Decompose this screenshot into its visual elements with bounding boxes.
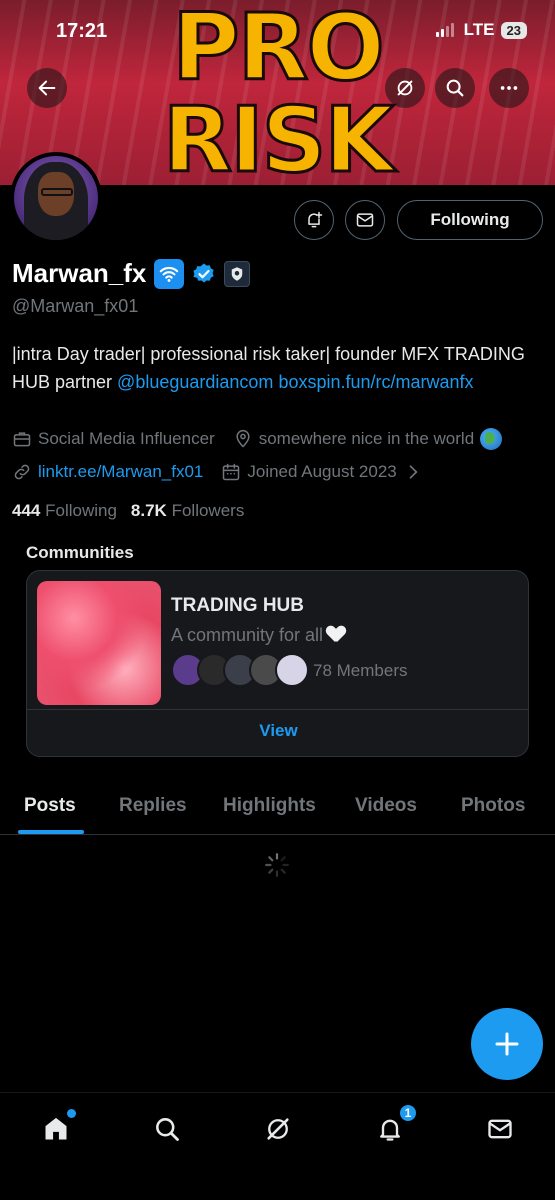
communities-heading: Communities (26, 543, 134, 562)
network-label: LTE (463, 20, 495, 39)
nav-search[interactable] (149, 1111, 185, 1147)
verified-badge-icon[interactable] (192, 262, 216, 286)
more-button[interactable] (489, 68, 529, 108)
tab-videos[interactable]: Videos (355, 795, 417, 817)
tab-replies[interactable]: Replies (119, 795, 187, 817)
signal-icon (435, 23, 454, 37)
status-time: 17:21 (56, 20, 108, 42)
loading-spinner-icon (265, 853, 289, 877)
nav-notifications[interactable]: 1 (372, 1103, 418, 1147)
nav-messages[interactable] (482, 1111, 518, 1147)
member-avatars (171, 653, 309, 687)
search-icon (156, 1118, 179, 1141)
followers-count: 8.7K (130, 501, 167, 520)
status-bar: 17:21 LTE 23 (0, 0, 555, 62)
nav-home[interactable] (38, 1109, 76, 1147)
community-image (37, 581, 161, 705)
location-pin-icon (236, 429, 250, 448)
search-icon (446, 79, 464, 97)
following-button[interactable]: Following (397, 200, 543, 240)
arrow-left-icon (38, 80, 56, 96)
website-link[interactable]: linktr.ee/Marwan_fx01 (38, 462, 203, 482)
joined-item[interactable]: Joined August 2023 (221, 462, 422, 482)
wifi-icon (154, 258, 185, 289)
grok-icon (267, 1118, 289, 1140)
following-count-link[interactable]: 444 Following (12, 501, 117, 521)
community-card[interactable]: TRADING HUB A community for all 78 Membe… (26, 570, 529, 757)
followers-label: Followers (171, 501, 245, 520)
bio-mention-link[interactable]: @blueguardiancom (117, 372, 273, 392)
notify-button[interactable] (294, 200, 334, 240)
mail-icon (356, 213, 374, 227)
tab-highlights[interactable]: Highlights (223, 795, 316, 817)
back-button[interactable] (27, 68, 67, 108)
affiliate-badge-icon[interactable] (224, 260, 251, 287)
status-indicators: LTE 23 (435, 20, 527, 40)
member-avatar (275, 653, 309, 687)
tab-photos[interactable]: Photos (461, 795, 525, 817)
battery-icon: 23 (500, 21, 527, 39)
link-icon (14, 464, 30, 480)
followers-count-link[interactable]: 8.7K Followers (131, 501, 244, 521)
mail-icon (488, 1119, 512, 1139)
joined-label: Joined August 2023 (247, 462, 397, 481)
category-item: Social Media Influencer (12, 429, 215, 449)
avatar-glasses (41, 188, 73, 196)
name-row: Marwan_fx (12, 258, 251, 289)
bell-plus-icon (308, 211, 323, 228)
chevron-right-icon (409, 465, 418, 479)
message-button[interactable] (345, 200, 385, 240)
compose-post-button[interactable] (471, 1008, 543, 1080)
display-name: Marwan_fx (12, 258, 147, 288)
divider (27, 709, 528, 710)
bio: |intra Day trader| professional risk tak… (12, 340, 542, 396)
community-members: 78 Members (313, 661, 408, 680)
community-name: TRADING HUB (171, 595, 304, 616)
notifications-badge: 1 (398, 1103, 418, 1123)
briefcase-icon (13, 432, 31, 447)
more-horizontal-icon (500, 86, 518, 90)
location-item: somewhere nice in the world (233, 428, 503, 450)
nav-grok[interactable] (260, 1111, 296, 1147)
grok-button[interactable] (385, 68, 425, 108)
home-icon (45, 1117, 67, 1140)
calendar-icon (223, 463, 240, 481)
active-tab-indicator (18, 830, 84, 834)
category-label: Social Media Influencer (38, 429, 215, 448)
community-description-row: A community for all (171, 625, 345, 646)
plus-icon (495, 1032, 519, 1056)
bio-website-link[interactable]: boxspin.fun/rc/marwanfx (278, 372, 473, 392)
profile-tabs: Posts Replies Highlights Videos Photos (0, 783, 555, 835)
profile-meta-row-1: Social Media Influencer somewhere nice i… (12, 428, 520, 450)
globe-icon (480, 428, 503, 450)
community-description: A community for all (171, 625, 324, 645)
following-count: 444 (12, 501, 41, 520)
bottom-navigation: 1 (0, 1092, 555, 1200)
grok-icon (397, 80, 413, 96)
username-handle: @Marwan_fx01 (12, 296, 139, 316)
community-view-button[interactable]: View (27, 721, 528, 741)
avatar[interactable] (10, 152, 102, 244)
location-label: somewhere nice in the world (258, 429, 475, 448)
white-heart-icon (327, 626, 345, 642)
profile-meta-row-2: linktr.ee/Marwan_fx01 Joined August 2023 (12, 462, 441, 482)
following-label: Following (45, 501, 117, 520)
website-item[interactable]: linktr.ee/Marwan_fx01 (12, 462, 203, 482)
unread-dot (67, 1109, 76, 1118)
follow-counts: 444 Following 8.7K Followers (12, 501, 244, 521)
tab-posts[interactable]: Posts (24, 795, 76, 817)
search-button[interactable] (435, 68, 475, 108)
